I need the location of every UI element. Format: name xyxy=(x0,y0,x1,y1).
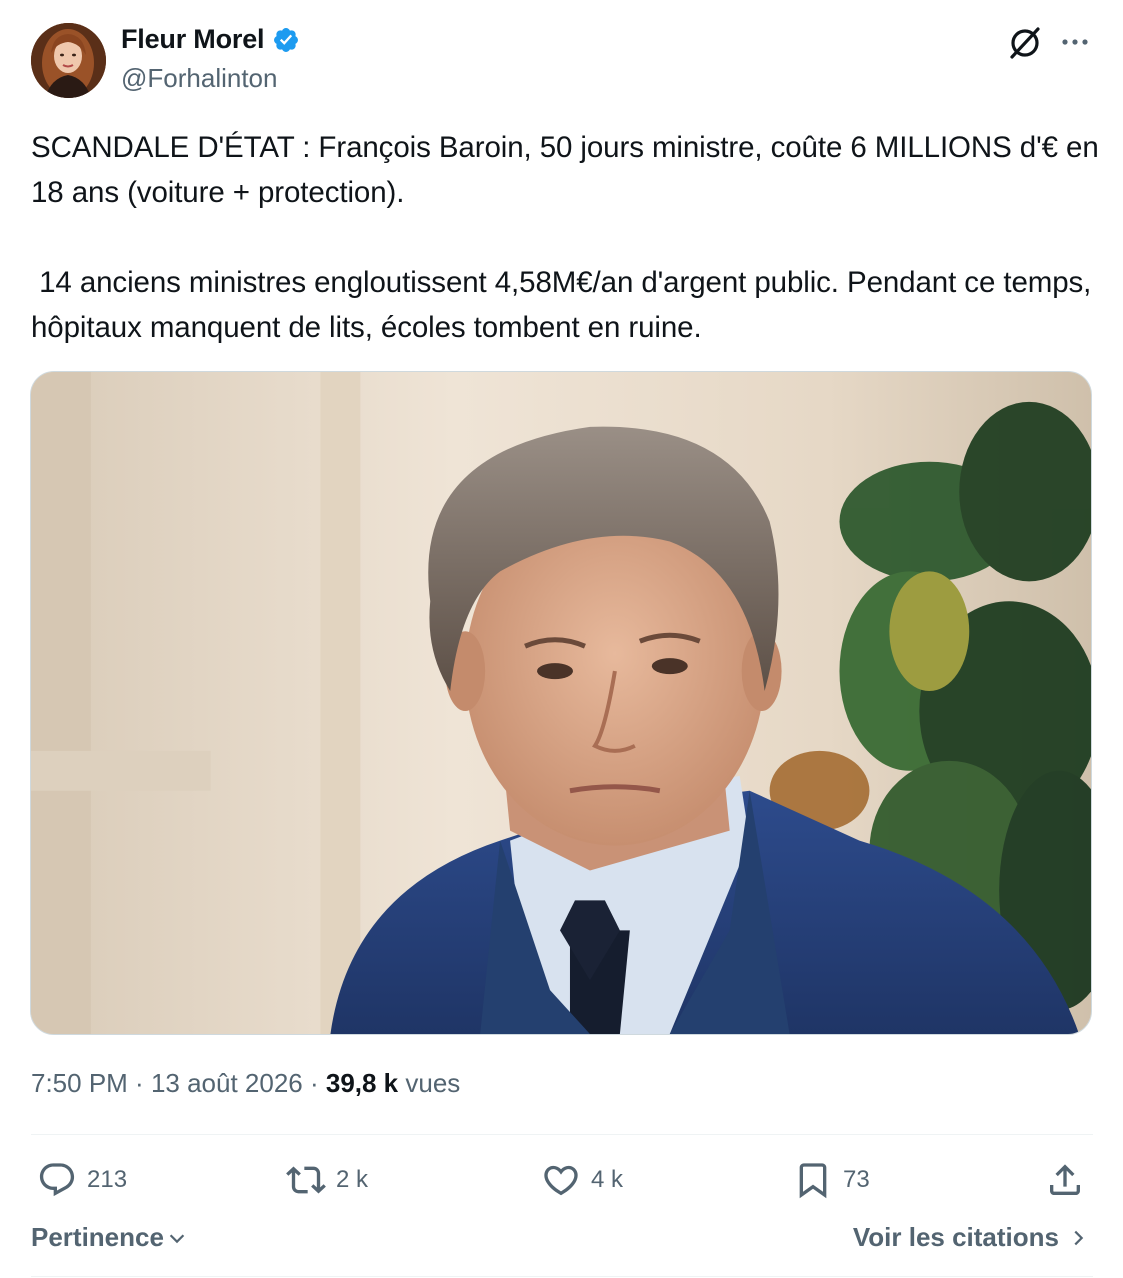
views-count: 39,8 k xyxy=(325,1068,399,1098)
reply-button[interactable]: 213 xyxy=(37,1150,127,1210)
tweet-meta: 7:50 PM · 13 août 2026 · 39,8 k vues xyxy=(31,1068,460,1099)
tweet-paragraph-2: 14 anciens ministres engloutissent 4,58M… xyxy=(31,266,1100,344)
tweet-paragraph-1: SCANDALE D'ÉTAT : François Baroin, 50 jo… xyxy=(31,131,1107,209)
tweet-date[interactable]: 13 août 2026 xyxy=(151,1068,303,1099)
quotes-label: Voir les citations xyxy=(852,1222,1059,1252)
like-icon xyxy=(544,1165,578,1196)
display-name[interactable]: Fleur Morel xyxy=(121,24,265,55)
tweet-text: SCANDALE D'ÉTAT : François Baroin, 50 jo… xyxy=(31,125,1101,350)
repost-count: 2 k xyxy=(336,1166,369,1193)
chevron-right-icon xyxy=(1074,1230,1084,1245)
view-quotes-link[interactable]: Voir les citations xyxy=(853,1222,1089,1253)
divider xyxy=(31,1134,1093,1135)
meta-separator: · xyxy=(302,1068,326,1098)
like-count: 4 k xyxy=(591,1166,624,1193)
bookmark-button[interactable]: 73 xyxy=(793,1150,870,1210)
author-name-row[interactable]: Fleur Morel xyxy=(121,24,300,55)
reply-count: 213 xyxy=(87,1166,128,1193)
action-bar: 213 2 k 4 k 73 xyxy=(31,1150,1093,1210)
meta-separator: · xyxy=(127,1068,151,1098)
like-button[interactable]: 4 k xyxy=(541,1150,623,1210)
avatar[interactable] xyxy=(31,23,106,98)
verified-badge-icon xyxy=(274,27,299,52)
tweet-detail: Fleur Morel @Forhalinton SCANDALE D'ÉTAT… xyxy=(0,0,1123,1278)
views-label: vues xyxy=(398,1068,461,1098)
repost-button[interactable]: 2 k xyxy=(286,1150,368,1210)
share-icon xyxy=(1050,1164,1080,1195)
reply-icon xyxy=(39,1163,75,1197)
tweet-time[interactable]: 7:50 PM xyxy=(31,1068,128,1099)
tweet-photo[interactable] xyxy=(30,371,1092,1035)
repost-icon xyxy=(286,1166,326,1194)
chevron-down-icon xyxy=(169,1233,185,1243)
sort-dropdown[interactable]: Pertinence xyxy=(31,1222,188,1253)
grok-icon[interactable] xyxy=(1006,24,1044,62)
sort-label: Pertinence xyxy=(31,1222,164,1252)
share-button[interactable] xyxy=(1045,1150,1085,1210)
more-icon[interactable] xyxy=(1058,30,1092,54)
author-handle[interactable]: @Forhalinton xyxy=(121,63,277,94)
bookmark-count: 73 xyxy=(843,1166,870,1193)
divider xyxy=(31,1276,1093,1277)
bookmark-icon xyxy=(799,1163,827,1199)
